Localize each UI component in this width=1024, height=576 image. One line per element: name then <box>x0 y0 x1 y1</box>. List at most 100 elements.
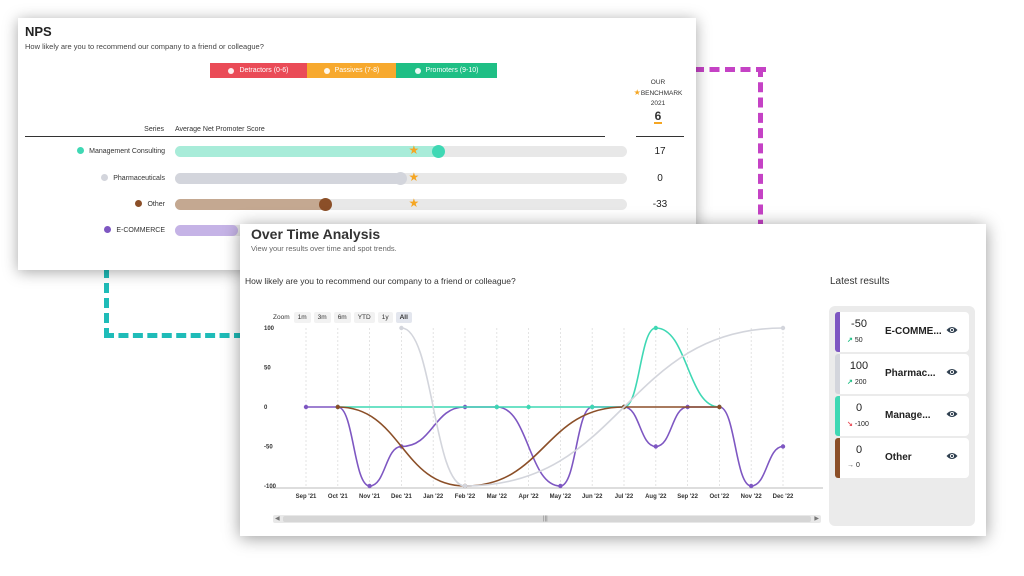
series-color-bar <box>835 396 840 436</box>
y-tick-label: -100 <box>264 484 277 490</box>
series-name: Management Consulting <box>89 148 165 155</box>
benchmark-line1: OUR <box>650 79 666 86</box>
latest-result-card[interactable]: 0 → 0 Other <box>835 438 969 478</box>
connector-dashed-pink <box>694 67 766 72</box>
benchmark-star-icon: ★ <box>408 143 420 157</box>
latest-value: 0 <box>855 402 863 414</box>
trend-arrow-icon: ↘ <box>847 421 853 428</box>
series-score: 17 <box>654 146 666 157</box>
screenshot-stage: NPS How likely are you to recommend our … <box>0 0 1024 576</box>
y-tick-label: 50 <box>264 366 271 372</box>
series-dot-icon <box>135 200 143 207</box>
legend-detractors[interactable]: Detractors (0-6) <box>210 63 307 78</box>
legend-dot-icon <box>323 67 330 74</box>
latest-series-name: E-COMME... <box>885 326 942 337</box>
score-knob <box>394 172 407 185</box>
latest-results-title: Latest results <box>830 276 890 287</box>
header-divider-benchmark <box>636 136 684 137</box>
chart-scrollbar[interactable]: ◀ ||| ▶ <box>273 515 821 523</box>
connector-dashed-teal-vertical <box>104 268 109 338</box>
x-tick-label: Jul '22 <box>615 494 634 500</box>
legend-passives[interactable]: Passives (7-8) <box>307 63 396 78</box>
series-point <box>653 325 658 331</box>
latest-delta: ↗ 200 <box>847 378 867 386</box>
eye-icon[interactable] <box>946 326 958 334</box>
score-fill <box>175 225 239 236</box>
benchmark-star-icon: ★ <box>408 170 420 184</box>
series-label: Management Consulting <box>18 147 165 155</box>
x-tick-label: Feb '22 <box>455 494 476 500</box>
x-tick-label: Dec '21 <box>391 494 412 500</box>
x-tick-label: Sep '21 <box>296 494 317 500</box>
column-header-series: Series <box>144 126 164 133</box>
legend-label: Promoters (9-10) <box>425 67 479 74</box>
latest-series-name: Other <box>885 452 912 463</box>
score-knob <box>432 145 446 158</box>
latest-series-name: Pharmac... <box>885 368 936 379</box>
latest-value: 0 <box>855 444 863 456</box>
trend-arrow-icon: ↗ <box>847 379 853 386</box>
column-header-average: Average Net Promoter Score <box>175 126 265 133</box>
eye-icon[interactable] <box>946 410 958 418</box>
nps-title: NPS <box>25 24 52 39</box>
x-tick-label: Nov '22 <box>741 494 763 500</box>
star-icon: ★ <box>633 88 641 97</box>
series-point <box>494 404 499 410</box>
x-tick-label: Jun '22 <box>582 494 603 500</box>
series-score: -33 <box>652 199 668 210</box>
eye-icon[interactable] <box>946 452 958 460</box>
series-color-bar <box>835 354 840 394</box>
series-point <box>303 404 309 410</box>
score-track: ★ <box>175 170 627 185</box>
latest-delta: ↘ -100 <box>847 420 869 428</box>
score-track: ★ <box>175 143 627 158</box>
score-track: ★ <box>175 196 627 211</box>
latest-result-card[interactable]: 0 ↘ -100 Manage... <box>835 396 969 436</box>
series-point <box>653 444 658 449</box>
series-point <box>717 404 722 410</box>
scroll-right-icon[interactable]: ▶ <box>814 515 819 523</box>
x-tick-label: Oct '22 <box>710 494 730 500</box>
latest-result-card[interactable]: -50 ↗ 50 E-COMME... <box>835 312 969 352</box>
trend-arrow-icon: ↗ <box>847 337 853 344</box>
series-label: E-COMMERCE <box>18 226 165 234</box>
series-label: Other <box>18 200 165 208</box>
over-time-title: Over Time Analysis <box>251 226 381 242</box>
series-point <box>462 483 468 489</box>
latest-series-name: Manage... <box>885 410 931 421</box>
trend-arrow-icon: → <box>847 462 854 469</box>
x-tick-label: Mar '22 <box>487 494 508 500</box>
latest-delta: ↗ 50 <box>847 336 863 344</box>
series-dot-icon <box>101 174 109 181</box>
series-name: E-COMMERCE <box>116 227 165 234</box>
series-dot-icon <box>104 226 112 233</box>
latest-delta: → 0 <box>847 462 860 469</box>
nps-series-row: Management Consulting ★ 17 <box>18 143 696 159</box>
header-divider <box>25 136 605 137</box>
series-point <box>780 325 786 331</box>
latest-value: -50 <box>851 318 867 330</box>
delta-value: -100 <box>854 421 869 428</box>
x-tick-label: Aug '22 <box>645 494 667 500</box>
benchmark-line2: BENCHMARK <box>640 90 683 97</box>
legend-promoters[interactable]: Promoters (9-10) <box>396 63 497 78</box>
eye-icon[interactable] <box>946 368 958 376</box>
x-tick-label: Apr '22 <box>519 494 540 500</box>
benchmark-star-icon: ★ <box>408 196 420 210</box>
series-point <box>526 404 531 410</box>
series-name: Pharmaceuticals <box>113 175 165 182</box>
score-knob <box>319 198 333 211</box>
benchmark-value: 6 <box>654 109 662 123</box>
delta-value: 200 <box>854 379 867 386</box>
nps-series-row: Other ★ -33 <box>18 196 696 212</box>
scroll-left-icon[interactable]: ◀ <box>275 515 280 523</box>
legend-label: Passives (7-8) <box>334 67 380 74</box>
delta-value: 50 <box>854 337 863 344</box>
latest-result-card[interactable]: 100 ↗ 200 Pharmac... <box>835 354 969 394</box>
over-time-subtitle: View your results over time and spot tre… <box>251 244 397 253</box>
y-tick-label: -50 <box>264 445 273 451</box>
x-tick-label: Dec '22 <box>773 494 794 500</box>
x-tick-label: Oct '21 <box>328 494 348 500</box>
x-tick-label: Nov '21 <box>359 494 381 500</box>
latest-results-panel: -50 ↗ 50 E-COMME... 100 ↗ 200 Pharmac... 0 ↘ -1… <box>829 306 975 526</box>
